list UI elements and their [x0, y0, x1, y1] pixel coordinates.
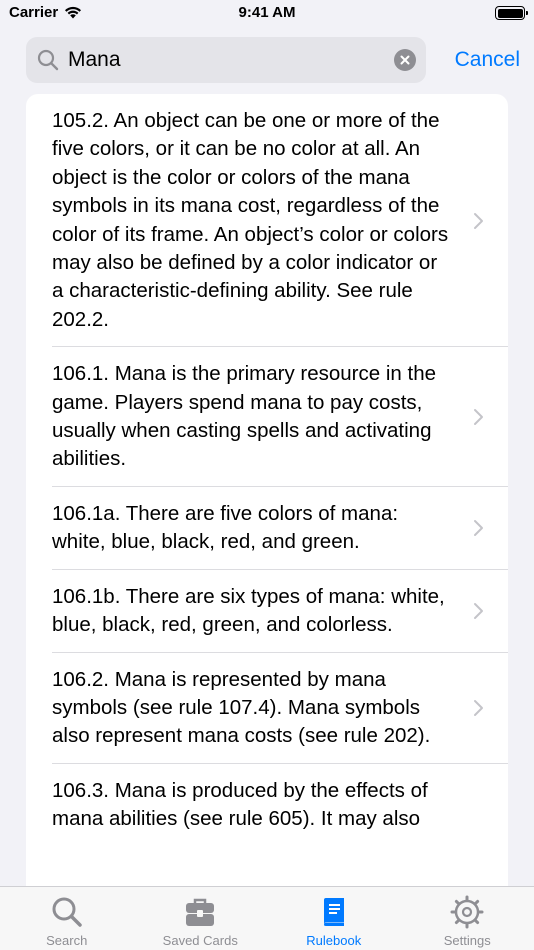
- result-text: 106.2. Mana is represented by mana symbo…: [52, 667, 431, 748]
- tab-saved-cards[interactable]: Saved Cards: [134, 887, 268, 950]
- status-bar: Carrier 9:41 AM: [0, 0, 534, 30]
- tab-label: Search: [46, 933, 88, 948]
- search-bar: Cancel: [26, 37, 520, 83]
- magnifying-glass-icon: [37, 49, 59, 71]
- gear-icon: [450, 895, 484, 929]
- result-text: 106.1a. There are five colors of mana: w…: [52, 501, 399, 554]
- result-row[interactable]: 106.1a. There are five colors of mana: w…: [26, 487, 508, 570]
- tab-label: Saved Cards: [162, 933, 238, 948]
- toolbox-icon: [186, 898, 215, 926]
- tab-label: Settings: [443, 933, 491, 948]
- search-icon: [52, 897, 82, 927]
- search-results-list: 105.2. An object can be one or more of t…: [26, 94, 508, 886]
- chevron-right-icon: [474, 603, 483, 620]
- book-icon: [323, 898, 344, 926]
- status-time: 9:41 AM: [238, 4, 296, 21]
- result-row[interactable]: 106.1b. There are six types of mana: whi…: [26, 570, 508, 653]
- clear-icon: [400, 55, 410, 65]
- result-row[interactable]: 106.3. Mana is produced by the effects o…: [26, 764, 508, 847]
- tab-search[interactable]: Search: [0, 887, 134, 950]
- result-text: 106.3. Mana is produced by the effects o…: [52, 778, 428, 831]
- result-text: 105.2. An object can be one or more of t…: [52, 109, 449, 331]
- chevron-right-icon: [474, 520, 483, 537]
- search-input[interactable]: [68, 48, 394, 72]
- chevron-right-icon: [474, 212, 483, 229]
- search-field[interactable]: [26, 37, 426, 83]
- chevron-right-icon: [474, 700, 483, 717]
- chevron-right-icon: [474, 409, 483, 426]
- tab-settings[interactable]: Settings: [401, 887, 534, 950]
- tab-rulebook[interactable]: Rulebook: [267, 887, 401, 950]
- result-row[interactable]: 105.2. An object can be one or more of t…: [26, 94, 508, 348]
- result-text: 106.1. Mana is the primary resource in t…: [52, 362, 436, 471]
- result-text: 106.1b. There are six types of mana: whi…: [52, 584, 445, 637]
- cancel-button[interactable]: Cancel: [455, 48, 520, 72]
- clear-search-button[interactable]: [394, 49, 416, 71]
- result-row[interactable]: 106.2. Mana is represented by mana symbo…: [26, 653, 508, 764]
- tab-label: Rulebook: [306, 933, 362, 948]
- tab-bar: Search Saved Cards Rulebook Settings: [0, 886, 534, 950]
- result-row[interactable]: 106.1. Mana is the primary resource in t…: [26, 347, 508, 487]
- battery-icon: [495, 6, 528, 20]
